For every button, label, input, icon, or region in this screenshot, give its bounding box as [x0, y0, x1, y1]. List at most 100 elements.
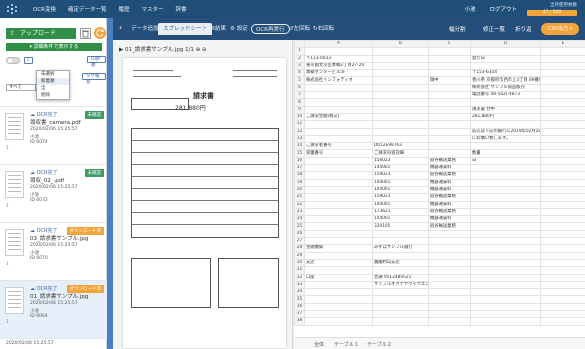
grid-cell[interactable]: 日 — [470, 156, 541, 166]
grid-cell[interactable]: 宿谷輸送業務 — [428, 156, 471, 166]
grid-cell[interactable]: 株式会社 サンプル商品販売 — [470, 83, 541, 93]
zoom-out-icon[interactable]: ⊖ — [202, 47, 207, 53]
grid-cell[interactable] — [540, 244, 585, 253]
grid-cell[interactable] — [372, 105, 429, 114]
rotate-left-button[interactable]: ↺左回転 — [289, 24, 310, 34]
grid-cell[interactable] — [304, 105, 373, 114]
grid-cell[interactable] — [372, 266, 429, 275]
grid-cell[interactable] — [470, 244, 541, 253]
grid-cell[interactable] — [540, 317, 585, 326]
grid-cell[interactable]: みずほサンプル銀行 — [372, 244, 429, 253]
grid-cell[interactable]: 香川県 京都府市西市上3丁目 89番地 — [470, 76, 541, 85]
grid-cell[interactable] — [304, 317, 373, 326]
grid-cell[interactable] — [304, 178, 373, 187]
grid-cell[interactable]: 金融機関 — [304, 244, 373, 253]
grid-cell[interactable] — [470, 98, 541, 107]
grid-cell[interactable] — [304, 91, 373, 100]
grid-cell[interactable] — [540, 178, 585, 187]
grid-cell[interactable] — [470, 309, 541, 319]
csv-export-button[interactable]: CSV出力 ▾ — [541, 23, 579, 35]
fix-list-button[interactable]: 修正一覧 — [483, 25, 505, 33]
grid-cell[interactable]: 159023 — [372, 193, 429, 202]
ocr-rerun-button[interactable]: OCR再実行 — [251, 24, 290, 34]
grid-cell[interactable]: 口座 — [304, 273, 373, 282]
grid-cell[interactable] — [428, 47, 471, 56]
grid-cell[interactable] — [304, 83, 373, 93]
nav-master[interactable]: マスター — [142, 5, 164, 13]
grid-cell[interactable] — [372, 251, 429, 260]
grid-cell[interactable] — [470, 229, 541, 239]
file-item-selected[interactable]: ☁ OCR完了 ダウンロード済 01_請求書サンプル.jpg 2020/02/0… — [0, 280, 107, 338]
split-width-button[interactable]: 幅分割 — [449, 25, 466, 33]
grid-cell[interactable] — [540, 222, 585, 231]
grid-cell[interactable] — [470, 47, 541, 56]
grid-cell[interactable] — [540, 302, 585, 312]
grid-cell[interactable]: 281,880円 — [470, 112, 541, 122]
grid-cell[interactable]: 東京都文京区本郷2丁目27-20 — [304, 61, 373, 71]
grid-cell[interactable] — [372, 98, 429, 107]
sheet-tab-table2[interactable]: テーブル２ — [367, 341, 392, 348]
grid-cell[interactable] — [428, 258, 471, 268]
grid-cell[interactable] — [372, 229, 429, 239]
nav-dictionary[interactable]: 辞書 — [176, 5, 187, 13]
grid-cell[interactable] — [470, 120, 541, 129]
grid-cell[interactable]: 機器運賃料 — [428, 215, 471, 224]
sheet-tab-table1[interactable]: テーブル１ — [334, 341, 359, 348]
grid-cell[interactable] — [540, 251, 585, 260]
grid-cell[interactable] — [540, 61, 585, 71]
grid-cell[interactable] — [372, 76, 429, 85]
grid-cell[interactable]: 〒113-0033 — [304, 54, 373, 63]
grid-cell[interactable] — [372, 309, 429, 319]
grid-cell[interactable] — [372, 317, 429, 326]
grid-cell[interactable]: 144001 — [372, 178, 429, 187]
zoom-in-icon[interactable]: ⊕ — [196, 47, 201, 53]
grid-cell[interactable] — [470, 258, 541, 268]
file-item[interactable]: ☁ OCR完了 ダウンロード済 03_請求書サンプル.jpg 2020/02/0… — [0, 222, 107, 280]
grid-cell[interactable]: 農園村山支店 — [372, 258, 429, 268]
grid-cell[interactable] — [540, 69, 585, 78]
back-icon[interactable]: ‹ — [119, 23, 122, 32]
grid-cell[interactable] — [540, 309, 585, 319]
grid-cell[interactable]: 144001 — [372, 200, 429, 209]
grid-cell[interactable] — [540, 288, 585, 297]
grid-cell[interactable] — [470, 288, 541, 297]
grid-cell[interactable] — [540, 98, 585, 107]
app-logo-icon[interactable] — [6, 3, 18, 15]
grid-cell[interactable]: 普通 9512489521 — [372, 273, 429, 282]
grid-cell[interactable]: 宿谷輸送業務 — [428, 207, 471, 217]
grid-cell[interactable] — [428, 61, 471, 71]
tag-search-button[interactable]: タグ検索 — [82, 73, 106, 85]
grid-cell[interactable] — [428, 229, 471, 239]
grid-cell[interactable] — [304, 215, 373, 224]
grid-cell[interactable] — [428, 266, 471, 275]
sheet-tab-all[interactable]: 全体 — [314, 341, 324, 348]
grid-cell[interactable] — [304, 127, 373, 136]
grid-cell[interactable]: 156023 — [372, 156, 429, 166]
grid-cell[interactable]: 本郷センタービル5F — [304, 69, 373, 78]
data-add-tab[interactable]: データ追加 — [131, 24, 159, 34]
grid-cell[interactable] — [540, 91, 585, 100]
grid-cell[interactable] — [372, 54, 429, 63]
grid-cell[interactable] — [540, 105, 585, 114]
grid-cell[interactable] — [428, 98, 471, 107]
grid-cell[interactable]: D652E98763 — [372, 142, 429, 151]
grid-cell[interactable] — [540, 164, 585, 173]
grid-cell[interactable] — [304, 185, 373, 195]
grid-cell[interactable]: ご請求者番号 — [304, 142, 373, 151]
grid-cell[interactable]: 機器運賃料 — [428, 178, 471, 187]
grid-cell[interactable] — [540, 207, 585, 217]
grid-cell[interactable] — [470, 178, 541, 187]
grid-cell[interactable] — [372, 83, 429, 93]
grid-cell[interactable] — [540, 273, 585, 282]
grid-cell[interactable] — [470, 164, 541, 173]
grid-cell[interactable] — [372, 91, 429, 100]
grid-cell[interactable] — [428, 112, 471, 122]
dropdown-option[interactable]: 削除 — [37, 92, 69, 99]
grid-cell[interactable] — [540, 229, 585, 239]
logout-link[interactable]: ログアウト — [489, 5, 517, 13]
grid-cell[interactable] — [540, 142, 585, 151]
grid-cell[interactable]: ご請求金額(税込) — [304, 112, 373, 122]
grid-cell[interactable] — [372, 134, 429, 144]
grid-cell[interactable] — [540, 200, 585, 209]
grid-cell[interactable] — [540, 193, 585, 202]
